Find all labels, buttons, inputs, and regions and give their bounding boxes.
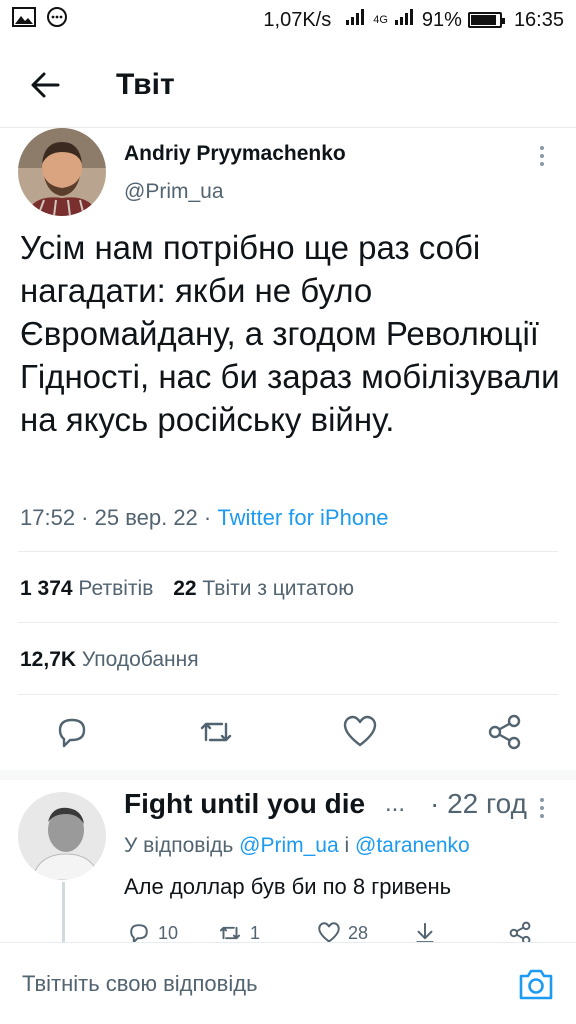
reply-icon[interactable] xyxy=(52,712,92,752)
reply-to-prefix: У відповідь xyxy=(124,834,240,857)
reply-more-options-icon[interactable] xyxy=(538,796,546,820)
reply-retweet-count: 1 xyxy=(250,922,261,943)
reply-to-user-link[interactable]: @taranenko xyxy=(355,834,470,857)
reply-like-count: 28 xyxy=(348,922,369,943)
chat-icon xyxy=(46,6,68,34)
retweets-count: 1 374 xyxy=(20,577,73,600)
share-icon[interactable] xyxy=(486,712,526,752)
retweets-label: Ретвітів xyxy=(78,577,154,600)
reply-to-line: У відповідь @Prim_ua і @taranenko xyxy=(124,834,470,858)
divider xyxy=(18,551,558,552)
retweet-stats[interactable]: 1 374 Ретвітів 22 Твіти з цитатою xyxy=(20,577,354,601)
author-name[interactable]: Andriy Pryymachenko xyxy=(124,142,346,166)
network-type: 4G xyxy=(373,14,388,26)
tweet-meta: 17:52 · 25 вер. 22 · Twitter for iPhone xyxy=(20,505,389,531)
signal-4g-icon xyxy=(394,8,416,32)
reply-time: · 22 год xyxy=(430,788,527,819)
likes-count: 12,7K xyxy=(20,648,77,671)
tweet-source-link[interactable]: Twitter for iPhone xyxy=(217,505,388,530)
clock: 16:35 xyxy=(513,8,564,31)
author-avatar[interactable] xyxy=(18,128,106,216)
likes-label: Уподобання xyxy=(81,648,199,671)
battery-percent: 91% xyxy=(421,8,462,31)
section-separator xyxy=(0,770,576,780)
thread-line xyxy=(62,882,65,942)
reply-to-joiner: і xyxy=(338,834,356,857)
image-icon xyxy=(12,7,36,33)
author-handle[interactable]: @Prim_ua xyxy=(124,180,224,204)
likes-stats[interactable]: 12,7K Уподобання xyxy=(20,648,199,672)
like-icon[interactable] xyxy=(340,712,380,752)
tweet-header: Твіт xyxy=(0,40,576,128)
quotes-count: 22 xyxy=(173,577,197,600)
compose-bar: Твітніть свою відповідь xyxy=(0,942,576,1024)
page-title: Твіт xyxy=(116,68,175,101)
network-speed: 1,07K/s xyxy=(263,8,332,31)
retweet-icon[interactable] xyxy=(196,712,236,752)
reply-author-avatar[interactable] xyxy=(18,792,106,880)
status-bar: 1,07K/s 4G 91% 16:35 xyxy=(0,0,576,40)
signal-icon xyxy=(345,8,367,32)
reply-text: Але доллар був би по 8 гривень xyxy=(124,874,452,899)
quotes-label: Твіти з цитатою xyxy=(202,577,354,600)
tweet-actions xyxy=(0,712,576,758)
reply-author-name[interactable]: Fight until you die xyxy=(124,788,365,820)
more-options-icon[interactable] xyxy=(538,144,546,168)
divider xyxy=(18,622,558,623)
tweet-text: Усім нам потрібно ще раз собі нагадати: … xyxy=(20,229,560,438)
back-arrow-icon[interactable] xyxy=(28,68,62,102)
battery-icon xyxy=(467,12,505,28)
reply-compose-input[interactable]: Твітніть свою відповідь xyxy=(22,971,258,997)
reply-name-ellipsis: ... xyxy=(385,790,406,817)
tweet-timestamp: 17:52 · 25 вер. 22 · xyxy=(20,505,218,530)
reply-to-user-link[interactable]: @Prim_ua xyxy=(239,834,339,857)
camera-icon[interactable] xyxy=(518,967,554,1001)
reply-count: 10 xyxy=(158,922,179,943)
divider xyxy=(18,694,558,695)
